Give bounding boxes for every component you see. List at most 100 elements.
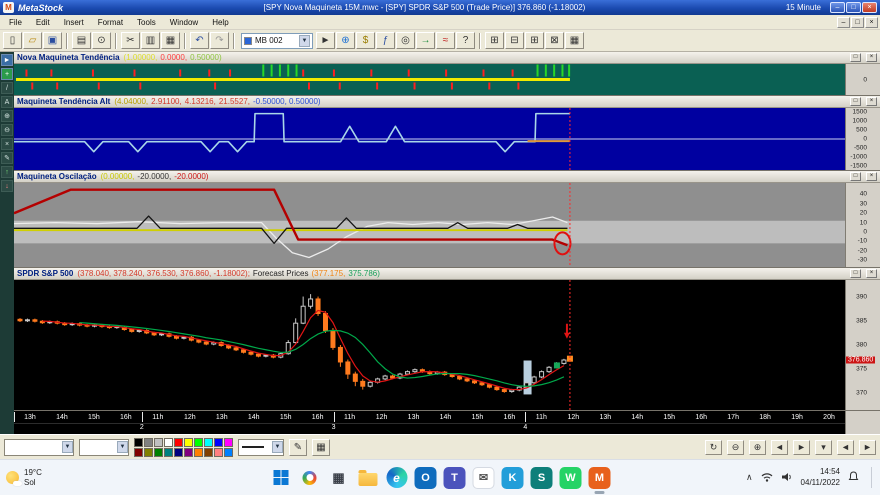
menu-edit[interactable]: Edit [29, 17, 57, 28]
chevron-down-icon[interactable]: ▼ [62, 441, 73, 453]
store-button[interactable]: S [531, 467, 553, 489]
line-style-combo[interactable]: ▼ [238, 439, 284, 456]
sell-arrow-tool[interactable]: ↓ [1, 180, 13, 192]
fill-style-button[interactable]: ▦ [312, 439, 330, 456]
color-swatch[interactable] [204, 438, 213, 447]
pane-maximize-button[interactable]: □ [850, 53, 861, 62]
network-icon[interactable] [761, 472, 773, 484]
scroll-left-icon[interactable]: ◄ [771, 440, 788, 455]
delete-tool[interactable]: × [1, 138, 13, 150]
color-swatch[interactable] [224, 438, 233, 447]
pane-1-scale[interactable]: 0 [845, 64, 880, 95]
color-swatch[interactable] [154, 448, 163, 457]
pane-4-plot[interactable] [14, 280, 845, 410]
cascade-windows-button[interactable]: ⊟ [505, 32, 524, 49]
period-combo[interactable]: ▼ [79, 439, 129, 456]
pane-maximize-button[interactable]: □ [850, 172, 861, 181]
color-swatch[interactable] [214, 448, 223, 457]
text-tool[interactable]: A [1, 96, 13, 108]
clock[interactable]: 14:54 04/11/2022 [801, 467, 840, 488]
chevron-down-icon[interactable]: ▼ [272, 441, 283, 453]
teams-button[interactable]: T [444, 467, 466, 489]
copy-button[interactable]: ▥ [141, 32, 160, 49]
full-screen-button[interactable]: ▦ [565, 32, 584, 49]
menu-tools[interactable]: Tools [130, 17, 163, 28]
mdi-close-button[interactable]: × [865, 17, 878, 28]
zoom-out-icon[interactable]: ⊖ [727, 440, 744, 455]
split-horizontal-button[interactable]: ⊞ [525, 32, 544, 49]
pointer-tool[interactable]: ► [1, 54, 13, 66]
refresh-icon[interactable]: ↻ [705, 440, 722, 455]
menu-window[interactable]: Window [163, 17, 205, 28]
chevron-down-icon[interactable]: ▼ [299, 35, 310, 47]
zoom-in-tool[interactable]: ⊕ [1, 110, 13, 122]
color-swatch[interactable] [144, 438, 153, 447]
page-left-icon[interactable]: ◄ [837, 440, 854, 455]
pane-3-scale[interactable]: 403020100-10-20-30 [845, 183, 880, 267]
undo-button[interactable]: ↶ [190, 32, 209, 49]
new-chart-button[interactable]: ▯ [3, 32, 22, 49]
pane-close-button[interactable]: × [866, 97, 877, 106]
color-swatch[interactable] [154, 438, 163, 447]
zoom-in-icon[interactable]: ⊕ [749, 440, 766, 455]
pointer-button[interactable]: ► [316, 32, 335, 49]
layout-combo[interactable]: MB 002▼ [241, 33, 313, 49]
maximize-button[interactable]: □ [846, 2, 861, 13]
paste-button[interactable]: ▦ [161, 32, 180, 49]
color-swatch[interactable] [184, 448, 193, 457]
search-button[interactable] [299, 467, 321, 489]
pane-1-plot[interactable] [14, 64, 845, 95]
pane-close-button[interactable]: × [866, 172, 877, 181]
minimize-button[interactable]: – [830, 2, 845, 13]
quotes-button[interactable]: $ [356, 32, 375, 49]
notifications-bell-icon[interactable] [848, 471, 859, 484]
split-vertical-button[interactable]: ⊠ [545, 32, 564, 49]
expert-advisor-button[interactable]: → [416, 32, 435, 49]
hidden-icons-chevron[interactable]: ∧ [746, 472, 753, 483]
pane-2-scale[interactable]: 150010005000-500-1000-1500 [845, 108, 880, 170]
indicator-builder-button[interactable]: ƒ [376, 32, 395, 49]
time-axis[interactable]: 13h14h15h16h11h12h13h14h15h16h11h12h13h1… [14, 411, 845, 434]
help-button[interactable]: ? [456, 32, 475, 49]
start-button[interactable] [270, 467, 292, 489]
file-explorer-button[interactable] [357, 467, 379, 489]
redo-button[interactable]: ↷ [210, 32, 229, 49]
color-swatch[interactable] [164, 448, 173, 457]
color-swatch[interactable] [144, 448, 153, 457]
mdi-minimize-button[interactable]: – [837, 17, 850, 28]
volume-icon[interactable] [781, 472, 793, 484]
color-swatch[interactable] [174, 438, 183, 447]
color-swatch[interactable] [194, 448, 203, 457]
color-swatch[interactable] [204, 448, 213, 457]
mdi-restore-button[interactable]: □ [851, 17, 864, 28]
weather-widget[interactable]: 19°C Sol [6, 468, 42, 487]
menu-help[interactable]: Help [205, 17, 235, 28]
print-preview-button[interactable]: ⊙ [92, 32, 111, 49]
pane-2-plot[interactable] [14, 108, 845, 170]
color-swatch[interactable] [224, 448, 233, 457]
tile-windows-button[interactable]: ⊞ [485, 32, 504, 49]
pane-maximize-button[interactable]: □ [850, 97, 861, 106]
color-swatch[interactable] [174, 448, 183, 457]
color-swatch[interactable] [214, 438, 223, 447]
open-button[interactable]: ▱ [23, 32, 42, 49]
save-button[interactable]: ▣ [43, 32, 62, 49]
outlook-button[interactable]: O [415, 467, 437, 489]
chevron-down-icon[interactable]: ▼ [117, 441, 128, 453]
color-swatch[interactable] [134, 448, 143, 457]
pane-3-plot[interactable] [14, 183, 845, 267]
color-swatch[interactable] [134, 438, 143, 447]
show-desktop-button[interactable] [871, 467, 874, 488]
chart-options-icon[interactable]: ▾ [815, 440, 832, 455]
metastock-button[interactable]: M [589, 467, 611, 489]
menu-file[interactable]: File [2, 17, 29, 28]
whatsapp-button[interactable]: W [560, 467, 582, 489]
zoom-out-tool[interactable]: ⊖ [1, 124, 13, 136]
close-button[interactable]: × [862, 2, 877, 13]
crosshair-tool[interactable]: + [1, 68, 13, 80]
pane-close-button[interactable]: × [866, 269, 877, 278]
buy-arrow-tool[interactable]: ↑ [1, 166, 13, 178]
color-swatch[interactable] [194, 438, 203, 447]
pen-style-button[interactable]: ✎ [289, 439, 307, 456]
pane-4-scale[interactable]: 390385380375370376.860 [845, 280, 880, 410]
